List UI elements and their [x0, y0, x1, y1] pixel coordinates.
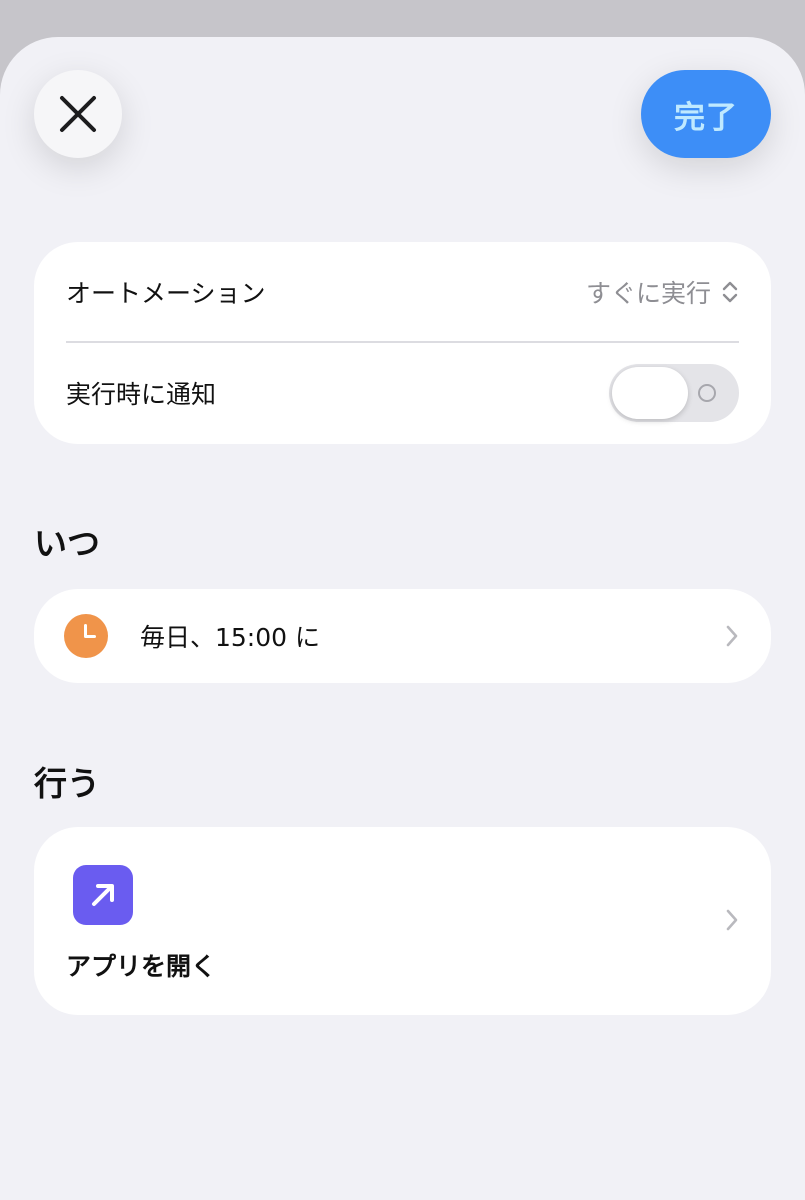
automation-mode-value: すぐに実行: [585, 279, 711, 308]
close-icon: [60, 96, 96, 132]
chevron-right-icon: [726, 909, 738, 931]
trigger-card[interactable]: 毎日、15:00 に: [34, 589, 771, 683]
automation-settings-card: オートメーション すぐに実行 実行時に通知: [34, 242, 771, 444]
automation-sheet: 完了 オートメーション すぐに実行 実行時に通知 いつ 毎日、15:00 に 行…: [0, 37, 805, 1200]
notify-toggle[interactable]: [609, 364, 739, 422]
done-button[interactable]: 完了: [641, 70, 771, 158]
chevron-right-icon: [726, 625, 738, 647]
notify-row: 実行時に通知: [66, 343, 739, 443]
action-card[interactable]: アプリを開く: [34, 827, 771, 1015]
clock-icon: [64, 614, 108, 658]
automation-label: オートメーション: [66, 279, 266, 308]
section-title-do: 行う: [34, 764, 100, 803]
automation-mode-row[interactable]: オートメーション すぐに実行: [66, 242, 739, 342]
chevron-up-down-icon: [722, 281, 738, 303]
toggle-off-indicator: [698, 384, 716, 402]
notify-label: 実行時に通知: [66, 380, 217, 409]
automation-mode-picker[interactable]: すぐに実行: [586, 274, 739, 310]
section-title-when: いつ: [34, 524, 100, 563]
action-label: アプリを開く: [66, 952, 217, 981]
schedule-text: 毎日、15:00 に: [140, 623, 320, 652]
toggle-knob: [612, 367, 688, 419]
open-app-arrow-icon: [73, 865, 133, 925]
close-button[interactable]: [34, 70, 122, 158]
